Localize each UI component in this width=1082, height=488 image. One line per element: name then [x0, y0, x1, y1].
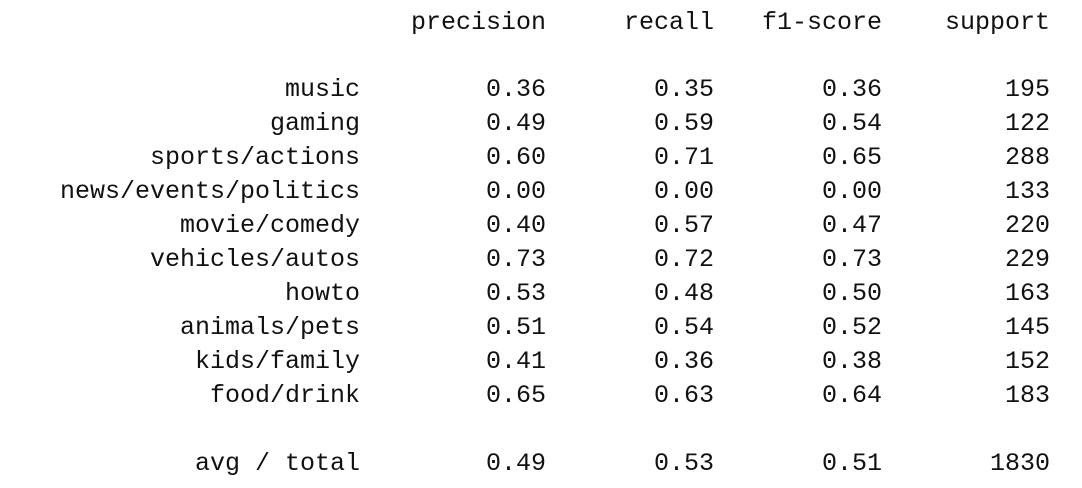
row-label: vehicles/autos	[149, 245, 360, 274]
row-recall: 0.59	[653, 109, 714, 138]
row-support: 133	[1004, 177, 1050, 206]
row-f1-score: 0.73	[821, 245, 882, 274]
row-f1-score: 0.52	[821, 313, 882, 342]
row-precision: 0.00	[485, 177, 546, 206]
row-precision: 0.53	[485, 279, 546, 308]
row-f1-score: 0.38	[821, 347, 882, 376]
total-f1-score: 0.51	[821, 449, 882, 478]
row-recall: 0.35	[653, 75, 714, 104]
header-recall: recall	[623, 8, 714, 37]
row-label: music	[284, 75, 360, 104]
row-label: kids/family	[194, 347, 360, 376]
row-recall: 0.54	[653, 313, 714, 342]
row-precision: 0.51	[485, 313, 546, 342]
row-precision: 0.40	[485, 211, 546, 240]
classification-report: precision recall f1-score support music …	[0, 0, 1082, 488]
total-recall: 0.53	[653, 449, 714, 478]
row-support: 145	[1004, 313, 1050, 342]
row-precision: 0.49	[485, 109, 546, 138]
row-f1-score: 0.00	[821, 177, 882, 206]
row-recall: 0.00	[653, 177, 714, 206]
row-support: 122	[1004, 109, 1050, 138]
row-precision: 0.73	[485, 245, 546, 274]
row-precision: 0.60	[485, 143, 546, 172]
total-label: avg / total	[194, 449, 360, 478]
row-f1-score: 0.65	[821, 143, 882, 172]
row-f1-score: 0.36	[821, 75, 882, 104]
row-label: howto	[284, 279, 360, 308]
row-recall: 0.72	[653, 245, 714, 274]
row-support: 195	[1004, 75, 1050, 104]
row-precision: 0.36	[485, 75, 546, 104]
row-recall: 0.36	[653, 347, 714, 376]
row-recall: 0.48	[653, 279, 714, 308]
header-precision: precision	[410, 8, 546, 37]
row-f1-score: 0.50	[821, 279, 882, 308]
row-precision: 0.65	[485, 381, 546, 410]
row-f1-score: 0.47	[821, 211, 882, 240]
row-support: 220	[1004, 211, 1050, 240]
header-f1-score: f1-score	[761, 8, 882, 37]
row-precision: 0.41	[485, 347, 546, 376]
row-label: food/drink	[209, 381, 360, 410]
row-recall: 0.57	[653, 211, 714, 240]
total-precision: 0.49	[485, 449, 546, 478]
row-support: 229	[1004, 245, 1050, 274]
row-label: animals/pets	[179, 313, 360, 342]
row-f1-score: 0.54	[821, 109, 882, 138]
row-recall: 0.63	[653, 381, 714, 410]
total-support: 1830	[989, 449, 1050, 478]
row-support: 163	[1004, 279, 1050, 308]
header-support: support	[944, 8, 1050, 37]
row-label: sports/actions	[149, 143, 360, 172]
row-support: 288	[1004, 143, 1050, 172]
row-support: 183	[1004, 381, 1050, 410]
row-support: 152	[1004, 347, 1050, 376]
row-label: gaming	[269, 109, 360, 138]
row-f1-score: 0.64	[821, 381, 882, 410]
row-recall: 0.71	[653, 143, 714, 172]
row-label: movie/comedy	[179, 211, 360, 240]
row-label: news/events/politics	[59, 177, 360, 206]
